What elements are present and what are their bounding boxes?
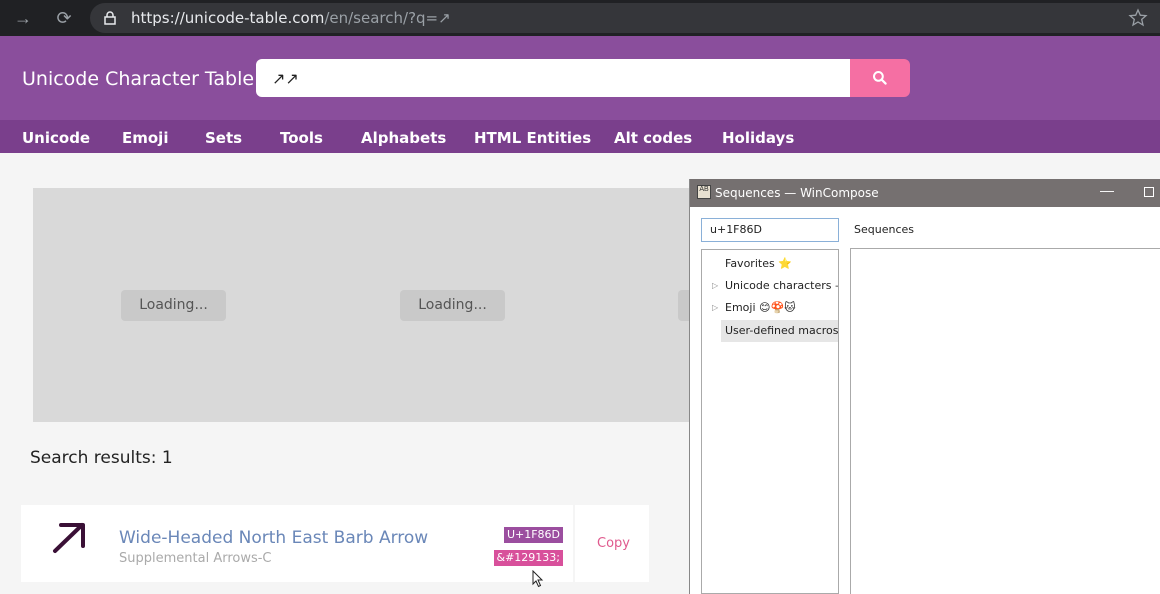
mouse-cursor-icon [532, 570, 544, 588]
nav-item-alt-codes[interactable]: Alt codes [614, 129, 692, 147]
loading-placeholder: Loading... [400, 290, 505, 321]
code-point-badge[interactable]: U+1F86D [503, 527, 563, 543]
search-results-heading: Search results: 1 [30, 448, 173, 468]
nav-item-unicode[interactable]: Unicode [22, 129, 90, 147]
nav-item-sets[interactable]: Sets [205, 129, 242, 147]
character-name-link[interactable]: Wide-Headed North East Barb Arrow [119, 528, 428, 548]
tree-item-label: Unicode characters — [725, 279, 839, 292]
nav-item-tools[interactable]: Tools [280, 129, 323, 147]
reload-icon[interactable]: ⟳ [53, 7, 75, 29]
tree-item-label: User-defined macros ( [725, 324, 839, 337]
tree-item-label: Favorites ⭐ [725, 257, 792, 270]
character-block[interactable]: Supplemental Arrows-C [119, 551, 272, 566]
sequences-label: Sequences [854, 223, 914, 236]
copy-cell: Copy [575, 505, 649, 582]
html-entity-badge[interactable]: &#129133; [493, 550, 563, 566]
result-card[interactable]: Wide-Headed North East Barb Arrow Supple… [21, 505, 573, 582]
search-button[interactable] [850, 59, 910, 97]
nav-item-html-entities[interactable]: HTML Entities [474, 129, 591, 147]
maximize-icon[interactable] [1144, 187, 1154, 197]
forward-icon[interactable]: → [12, 7, 34, 29]
url-host: https://unicode-table.com [131, 9, 325, 27]
nav-item-emoji[interactable]: Emoji [122, 129, 168, 147]
tree-item-emoji[interactable]: ▷ Emoji 😊🍄🐱 [702, 297, 838, 319]
search-input[interactable] [256, 59, 851, 97]
search-icon [873, 71, 887, 85]
lock-icon [104, 11, 116, 25]
bookmark-star-icon[interactable] [1128, 8, 1148, 28]
wincompose-window: ÄB Sequences — WinCompose — u+1F86D Sequ… [689, 179, 1160, 594]
expand-arrow-icon[interactable]: ▷ [712, 297, 718, 319]
minimize-icon[interactable]: — [1100, 182, 1114, 198]
tree-item-label: Emoji 😊🍄🐱 [725, 301, 796, 314]
address-bar[interactable]: https://unicode-table.com/en/search/?q=↗ [90, 3, 1160, 33]
site-nav: Unicode Emoji Sets Tools Alphabets HTML … [0, 120, 1160, 153]
site-title[interactable]: Unicode Character Table [22, 68, 254, 90]
site-header: Unicode Character Table [0, 36, 1160, 120]
expand-arrow-icon[interactable]: ▷ [712, 275, 718, 297]
wincompose-titlebar[interactable]: ÄB Sequences — WinCompose — [690, 179, 1160, 207]
wincompose-title: Sequences — WinCompose [715, 186, 879, 200]
url-path: /en/search/?q=↗ [324, 9, 451, 27]
wincompose-logo-icon: ÄB [697, 185, 711, 199]
ad-placeholder: Loading... Loading... [33, 188, 693, 422]
nav-item-alphabets[interactable]: Alphabets [361, 129, 446, 147]
north-east-barb-arrow-icon[interactable] [49, 519, 89, 559]
sequences-panel [850, 248, 1160, 594]
tree-item-user-defined-macros[interactable]: User-defined macros ( [721, 320, 839, 342]
copy-button[interactable]: Copy [597, 536, 630, 551]
browser-toolbar: → ⟳ https://unicode-table.com/en/search/… [0, 0, 1160, 36]
tree-item-unicode-characters[interactable]: ▷ Unicode characters — [702, 275, 839, 297]
tree-item-favorites[interactable]: Favorites ⭐ [702, 253, 838, 275]
nav-item-holidays[interactable]: Holidays [722, 129, 794, 147]
category-tree: Favorites ⭐ ▷ Unicode characters — ▷ Emo… [701, 249, 839, 594]
wincompose-search-input[interactable]: u+1F86D [701, 218, 839, 242]
loading-placeholder: Loading... [121, 290, 226, 321]
url-text: https://unicode-table.com/en/search/?q=↗ [131, 9, 451, 27]
